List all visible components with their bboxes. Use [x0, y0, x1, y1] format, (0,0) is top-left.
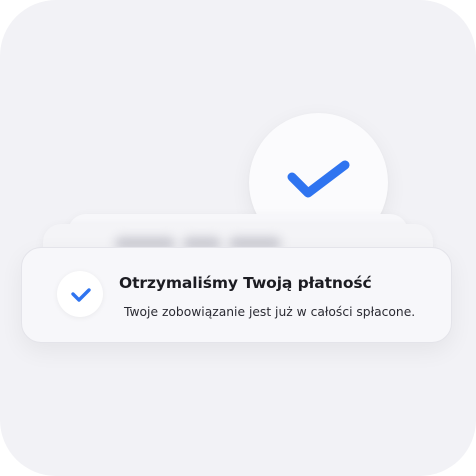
notification-body: Twoje zobowiązanie jest już w całości sp… — [124, 305, 416, 319]
checkmark-icon — [71, 288, 91, 302]
notification-title: Otrzymaliśmy Twoją płatność — [119, 274, 372, 292]
notification-icon — [57, 271, 103, 317]
illustration-frame: Otrzymaliśmy Twoją płatność Twoje zobowi… — [0, 0, 476, 476]
checkmark-icon — [287, 160, 350, 198]
payment-notification[interactable]: Otrzymaliśmy Twoją płatność Twoje zobowi… — [21, 247, 452, 343]
